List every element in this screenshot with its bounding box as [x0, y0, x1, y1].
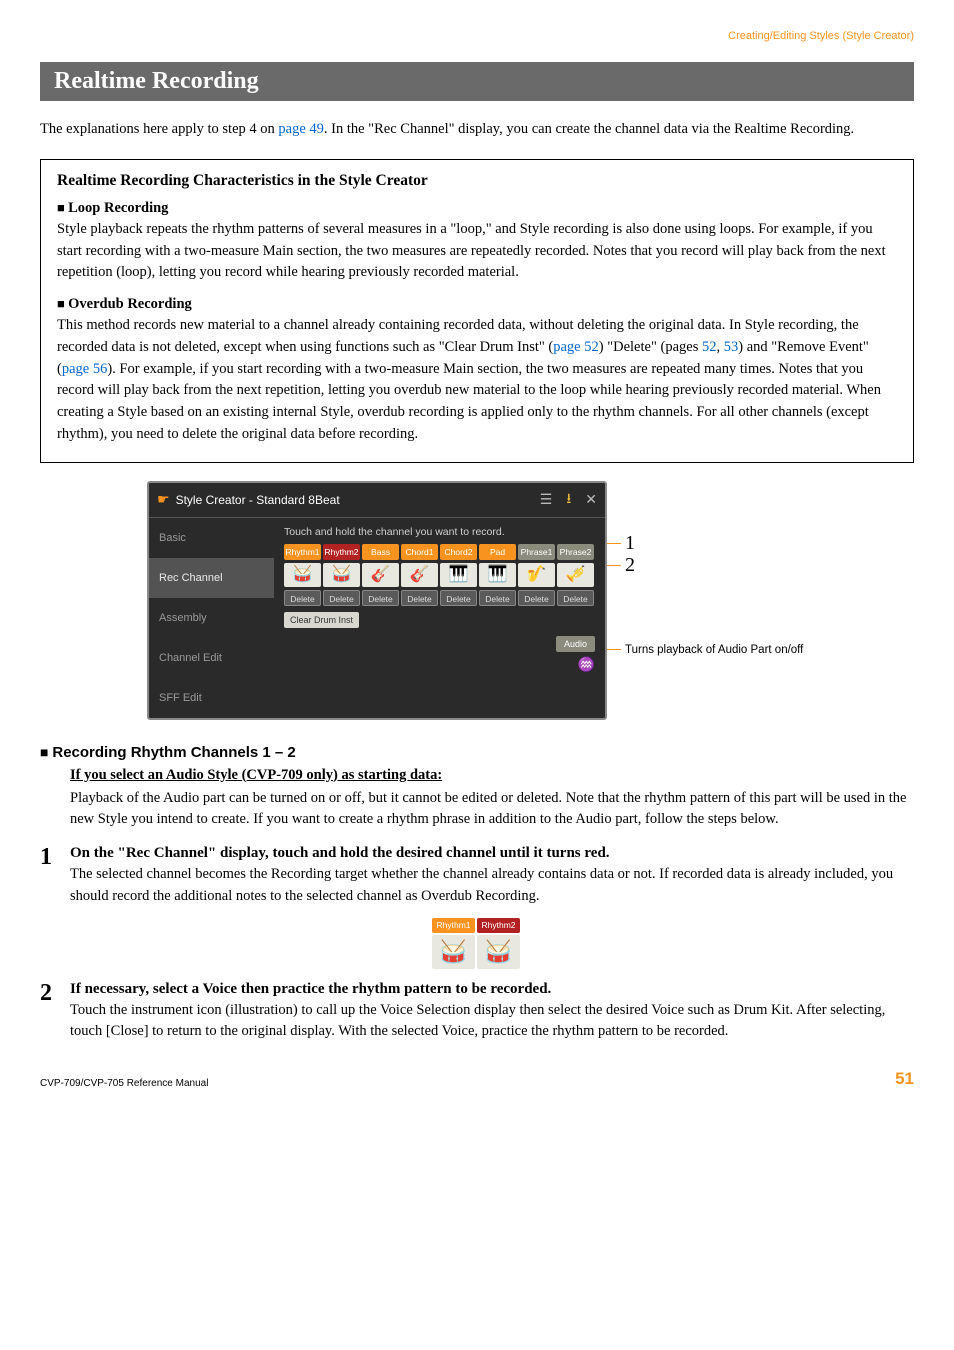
rec-instruction: Touch and hold the channel you want to r… — [284, 526, 595, 538]
inst-icon-chord1[interactable]: 🎸 — [401, 563, 438, 587]
intro-text-a: The explanations here apply to step 4 on — [40, 121, 278, 137]
mini-icon-2: 🥁 — [477, 935, 520, 969]
link-page-56[interactable]: page 56 — [62, 361, 108, 377]
instrument-icon-row: 🥁 🥁 🎸 🎸 🎹 🎹 🎷 🎺 — [284, 563, 595, 587]
chan-rhythm2[interactable]: Rhythm2 — [323, 544, 360, 560]
delete-btn[interactable]: Delete — [557, 590, 594, 606]
chan-rhythm1[interactable]: Rhythm1 — [284, 544, 321, 560]
inst-icon-bass[interactable]: 🎸 — [362, 563, 399, 587]
audio-style-text: Playback of the Audio part can be turned… — [70, 788, 914, 832]
mini-screenshot: Rhythm1 Rhythm2 🥁 🥁 — [432, 918, 522, 969]
link-page-52b[interactable]: 52 — [702, 339, 717, 355]
mini-icon-1: 🥁 — [432, 935, 475, 969]
link-page-49[interactable]: page 49 — [278, 121, 324, 137]
clear-drum-inst-button[interactable]: Clear Drum Inst — [284, 612, 359, 628]
link-page-53[interactable]: 53 — [724, 339, 739, 355]
close-icon[interactable]: ✕ — [585, 491, 597, 508]
step-1-text: The selected channel becomes the Recordi… — [70, 864, 914, 908]
loop-recording-head: Loop Recording — [57, 200, 897, 217]
delete-btn[interactable]: Delete — [284, 590, 321, 606]
delete-btn[interactable]: Delete — [479, 590, 516, 606]
tab-basic[interactable]: Basic — [149, 518, 274, 558]
chan-bass[interactable]: Bass — [362, 544, 399, 560]
step-1-title: On the "Rec Channel" display, touch and … — [70, 845, 914, 862]
waveform-icon: ♒ — [578, 656, 595, 673]
save-icon[interactable]: ⭳ — [566, 488, 571, 512]
tab-rec-channel[interactable]: Rec Channel — [149, 558, 274, 598]
page-title: Realtime Recording — [40, 62, 914, 101]
audio-toggle-button[interactable]: Audio — [556, 636, 595, 652]
overdub-e: ). For example, if you start recording w… — [57, 361, 881, 442]
annot-1: 1 — [625, 532, 635, 555]
chan-chord1[interactable]: Chord1 — [401, 544, 438, 560]
box-title: Realtime Recording Characteristics in th… — [57, 172, 897, 190]
delete-row: Delete Delete Delete Delete Delete Delet… — [284, 590, 595, 606]
section-head-recording-rhythm: Recording Rhythm Channels 1 – 2 — [40, 744, 914, 761]
intro-text-b: . In the "Rec Channel" display, you can … — [324, 121, 854, 137]
overdub-recording-head: Overdub Recording — [57, 296, 897, 313]
annot-audio-text: Turns playback of Audio Part on/off — [625, 643, 803, 658]
window-title: Style Creator - Standard 8Beat — [176, 493, 340, 507]
overdub-c: , — [716, 339, 723, 355]
intro-paragraph: The explanations here apply to step 4 on… — [40, 119, 914, 141]
footer-manual-name: CVP-709/CVP-705 Reference Manual — [40, 1078, 208, 1089]
delete-btn[interactable]: Delete — [362, 590, 399, 606]
inst-icon-chord2[interactable]: 🎹 — [440, 563, 477, 587]
chan-pad[interactable]: Pad — [479, 544, 516, 560]
tab-assembly[interactable]: Assembly — [149, 598, 274, 638]
mini-rhythm2: Rhythm2 — [477, 918, 520, 933]
step-2-title: If necessary, select a Voice then practi… — [70, 981, 914, 998]
mini-rhythm1: Rhythm1 — [432, 918, 475, 933]
chan-phrase2[interactable]: Phrase2 — [557, 544, 594, 560]
inst-icon-phrase2[interactable]: 🎺 — [557, 563, 594, 587]
overdub-recording-text: This method records new material to a ch… — [57, 315, 897, 446]
link-page-52a[interactable]: page 52 — [553, 339, 599, 355]
characteristics-box: Realtime Recording Characteristics in th… — [40, 159, 914, 463]
chan-phrase1[interactable]: Phrase1 — [518, 544, 555, 560]
overdub-b: ) "Delete" (pages — [599, 339, 702, 355]
loop-recording-text: Style playback repeats the rhythm patter… — [57, 219, 897, 284]
menu-icon[interactable]: ☰ — [540, 491, 553, 508]
inst-icon-rhythm2[interactable]: 🥁 — [323, 563, 360, 587]
footer-page-number: 51 — [895, 1069, 914, 1089]
annot-2: 2 — [625, 554, 635, 577]
channel-header-row: Rhythm1 Rhythm2 Bass Chord1 Chord2 Pad P… — [284, 544, 595, 560]
delete-btn[interactable]: Delete — [401, 590, 438, 606]
hand-icon: ☛ — [157, 491, 170, 508]
tab-channel-edit[interactable]: Channel Edit — [149, 638, 274, 678]
inst-icon-rhythm1[interactable]: 🥁 — [284, 563, 321, 587]
step-1-number: 1 — [40, 845, 58, 908]
tab-sff-edit[interactable]: SFF Edit — [149, 678, 274, 718]
audio-style-subtitle: If you select an Audio Style (CVP-709 on… — [70, 767, 914, 784]
breadcrumb[interactable]: Creating/Editing Styles (Style Creator) — [40, 30, 914, 42]
delete-btn[interactable]: Delete — [440, 590, 477, 606]
annotation-column: 1 2 Turns playback of Audio Part on/off — [617, 481, 807, 720]
step-2-text: Touch the instrument icon (illustration)… — [70, 1000, 914, 1044]
delete-btn[interactable]: Delete — [518, 590, 555, 606]
screenshot-style-creator: ☛ Style Creator - Standard 8Beat ☰ ⭳ ✕ B… — [147, 481, 607, 720]
chan-chord2[interactable]: Chord2 — [440, 544, 477, 560]
inst-icon-phrase1[interactable]: 🎷 — [518, 563, 555, 587]
inst-icon-pad[interactable]: 🎹 — [479, 563, 516, 587]
delete-btn[interactable]: Delete — [323, 590, 360, 606]
step-2-number: 2 — [40, 981, 58, 1044]
